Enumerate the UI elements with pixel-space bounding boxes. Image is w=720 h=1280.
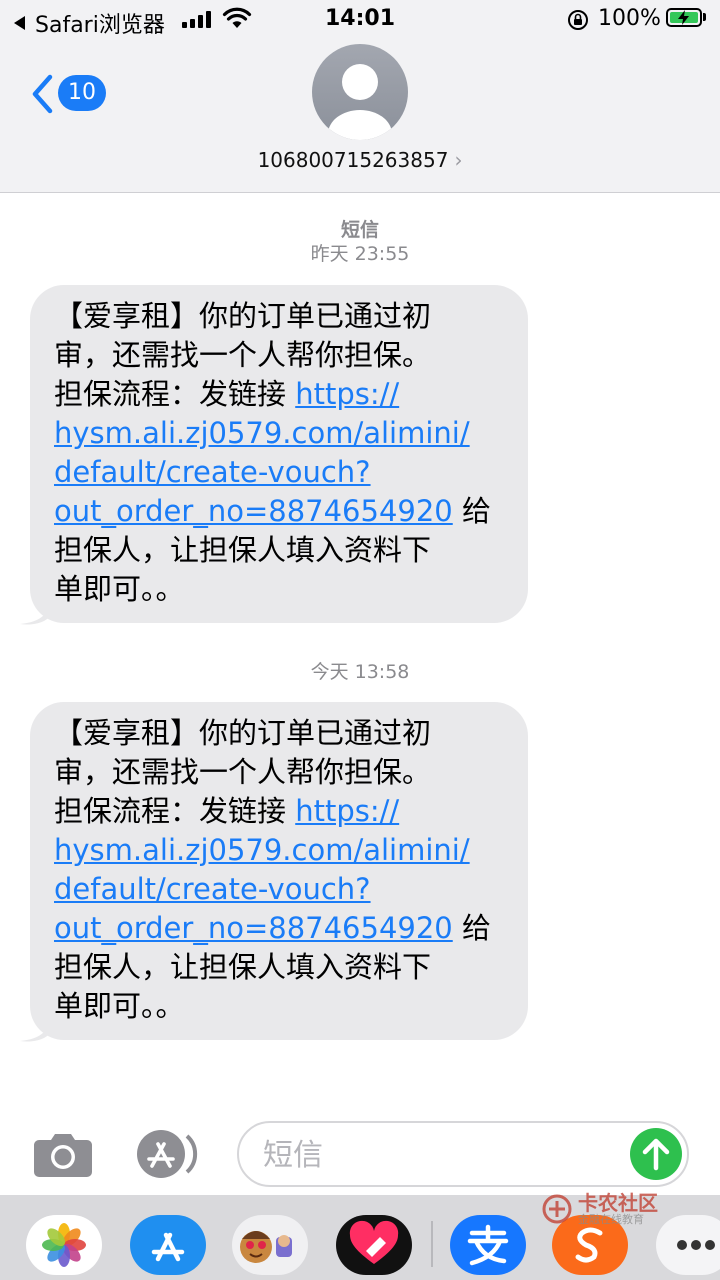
memoji-app-icon[interactable] [232,1215,308,1275]
message-text: 给 [452,494,491,528]
message-text: 担保流程：发链接 [54,794,296,828]
arrow-up-icon [642,1138,670,1171]
message-line: hysm.ali.zj0579.com/alimini/ [54,414,508,453]
contact-name[interactable]: 106800715263857 › [0,148,720,172]
message-link[interactable]: out_order_no=8874654920 [54,911,453,945]
message-link[interactable]: default/create-vouch? [54,872,371,906]
message-text: 【爱享租】你的订单已通过初 [54,299,432,333]
message-line: out_order_no=8874654920 给 [54,492,508,531]
watermark-logo-icon [542,1194,572,1224]
message-line: 审，还需找一个人帮你担保。 [54,753,508,792]
message-line: 【爱享租】你的订单已通过初 [54,297,508,336]
battery-percentage: 100% [598,6,661,31]
message-bubble[interactable]: 【爱享租】你的订单已通过初 审，还需找一个人帮你担保。 担保流程：发链接 https… [30,702,528,1040]
watermark: 卡农社区 金融在线教育 [540,1192,658,1226]
message-line: 单即可。。 [54,987,508,1026]
back-chevron-icon[interactable] [30,74,54,114]
send-button[interactable] [630,1128,682,1180]
message-text: 审，还需找一个人帮你担保。 [54,755,432,789]
message-line: 担保人，让担保人填入资料下 [54,531,508,570]
message-text: 单即可。。 [54,989,185,1023]
camera-icon[interactable] [33,1131,93,1177]
watermark-subtitle: 金融在线教育 [578,1213,644,1226]
message-text: 审，还需找一个人帮你担保。 [54,338,432,372]
message-link[interactable]: hysm.ali.zj0579.com/alimini/ [54,416,470,450]
battery-icon [666,8,702,27]
app-store-app-icon[interactable] [130,1215,206,1275]
battery-nub [703,13,706,21]
message-text: 担保人，让担保人填入资料下 [54,533,432,567]
app-divider [431,1221,433,1267]
message-line: default/create-vouch? [54,870,508,909]
contact-avatar[interactable] [312,44,408,140]
message-line: hysm.ali.zj0579.com/alimini/ [54,831,508,870]
message-line: 担保流程：发链接 https:// [54,375,508,414]
compose-bar [0,1115,720,1195]
message-input[interactable] [261,1135,625,1175]
message-text: 【爱享租】你的订单已通过初 [54,716,432,750]
message-meta: 今天 13:58 [0,660,720,684]
contact-number: 106800715263857 [257,148,449,172]
message-timestamp: 今天 13:58 [310,661,410,683]
message-line: 担保人，让担保人填入资料下 [54,948,508,987]
message-line: 审，还需找一个人帮你担保。 [54,336,508,375]
message-text: 给 [452,911,491,945]
message-line: default/create-vouch? [54,453,508,492]
watermark-title: 卡农社区 [578,1191,658,1215]
message-link[interactable]: out_order_no=8874654920 [54,494,453,528]
message-bubble[interactable]: 【爱享租】你的订单已通过初 审，还需找一个人帮你担保。 担保流程：发链接 https… [30,285,528,623]
chevron-right-icon: › [454,148,463,172]
status-bar: Safari浏览器 14:01 100% [0,0,720,40]
service-label: 短信 [340,219,379,241]
message-link[interactable]: hysm.ali.zj0579.com/alimini/ [54,833,470,867]
conversation-header: 10 106800715263857 › [0,40,720,193]
photos-app-icon[interactable] [26,1215,102,1275]
message-link[interactable]: https:// [295,794,399,828]
message-line: 【爱享租】你的订单已通过初 [54,714,508,753]
app-store-icon[interactable] [135,1130,203,1178]
message-field[interactable] [237,1121,689,1187]
message-timestamp: 昨天 23:55 [310,243,410,265]
digital-touch-app-icon[interactable] [336,1215,412,1275]
message-line: 单即可。。 [54,570,508,609]
alipay-app-icon[interactable] [450,1215,526,1275]
message-link[interactable]: https:// [295,377,399,411]
unread-count-badge[interactable]: 10 [58,75,106,111]
message-text: 单即可。。 [54,572,185,606]
message-meta: 短信 昨天 23:55 [0,218,720,266]
orientation-lock-icon [568,10,588,30]
message-link[interactable]: default/create-vouch? [54,455,371,489]
message-line: 担保流程：发链接 https:// [54,792,508,831]
message-text: 担保流程：发链接 [54,377,296,411]
message-text: 担保人，让担保人填入资料下 [54,950,432,984]
message-line: out_order_no=8874654920 给 [54,909,508,948]
person-icon [328,64,392,140]
more-apps-icon[interactable] [656,1215,720,1275]
